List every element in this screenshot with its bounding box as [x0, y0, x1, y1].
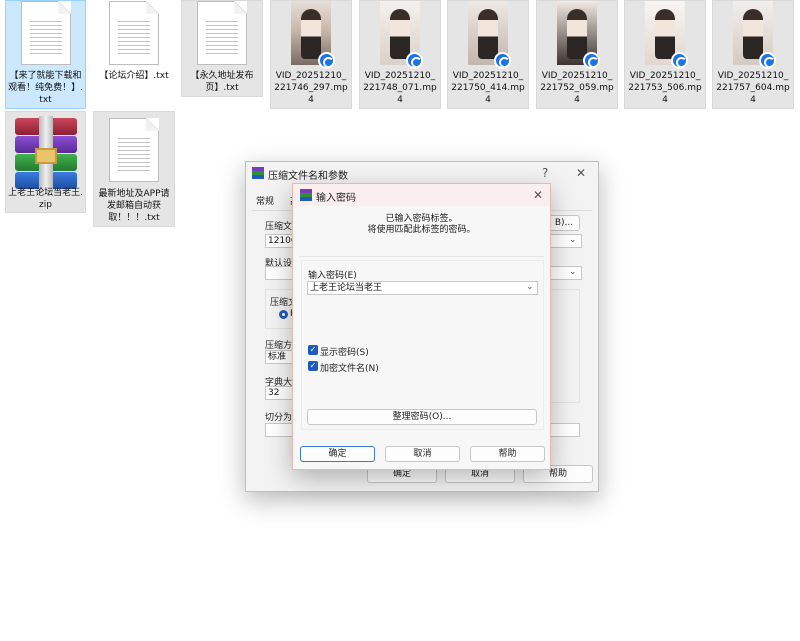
- file-item-permanent-address[interactable]: 【永久地址发布页】.txt: [181, 0, 263, 97]
- file-item-video-1[interactable]: VID_20251210_221746_297.mp4: [270, 0, 352, 109]
- organize-passwords-button[interactable]: 整理密码(O)...: [307, 409, 537, 425]
- file-item-download-note[interactable]: 【来了就能下载和观看！纯免费！】.txt: [5, 0, 86, 109]
- password-dialog-titlebar[interactable]: 输入密码 ✕: [293, 184, 550, 206]
- cloud-sync-icon: [759, 52, 776, 69]
- close-icon[interactable]: ✕: [533, 188, 543, 202]
- chevron-down-icon[interactable]: ⌄: [569, 267, 577, 277]
- tab-general[interactable]: 常规: [256, 194, 274, 207]
- cancel-button[interactable]: 取消: [385, 446, 460, 462]
- chevron-down-icon[interactable]: ⌄: [569, 235, 577, 245]
- winrar-app-icon: [252, 167, 264, 179]
- format-radio[interactable]: [279, 310, 288, 319]
- file-item-video-5[interactable]: VID_20251210_221753_506.mp4: [624, 0, 706, 109]
- file-name: VID_20251210_221753_506.mp4: [628, 71, 702, 105]
- file-name: VID_20251210_221757_604.mp4: [716, 71, 790, 105]
- show-password-checkbox[interactable]: ✓: [308, 345, 318, 355]
- info-line-2: 将使用匹配此标签的密码。: [367, 225, 476, 235]
- ok-button[interactable]: 确定: [300, 446, 375, 462]
- text-file-icon: [197, 1, 247, 65]
- file-item-video-3[interactable]: VID_20251210_221750_414.mp4: [447, 0, 529, 109]
- info-panel: 已输入密码标签。 将使用匹配此标签的密码。: [303, 214, 540, 236]
- file-item-forum-intro[interactable]: 【论坛介绍】.txt: [93, 0, 175, 90]
- help-question-icon[interactable]: ?: [542, 166, 548, 180]
- encrypt-filenames-checkbox[interactable]: ✓: [308, 361, 318, 371]
- file-name: 最新地址及APP请发邮箱自动获取！！！.txt: [98, 189, 170, 223]
- cloud-sync-icon: [494, 52, 511, 69]
- close-icon[interactable]: ✕: [576, 166, 586, 180]
- chevron-down-icon[interactable]: ⌄: [526, 282, 534, 292]
- archive-dialog-titlebar[interactable]: 压缩文件名和参数 ? ✕: [246, 162, 598, 184]
- file-name: VID_20251210_221746_297.mp4: [274, 71, 348, 105]
- file-item-latest-address[interactable]: 最新地址及APP请发邮箱自动获取！！！.txt: [93, 111, 175, 227]
- browse-button[interactable]: B)...: [548, 215, 580, 231]
- file-name: 【论坛介绍】.txt: [99, 71, 169, 81]
- show-password-label: 显示密码(S): [320, 348, 369, 358]
- encrypt-filenames-label: 加密文件名(N): [320, 364, 379, 374]
- cloud-sync-icon: [671, 52, 688, 69]
- file-item-video-6[interactable]: VID_20251210_221757_604.mp4: [712, 0, 794, 109]
- winrar-archive-icon: [11, 116, 81, 192]
- cloud-sync-icon: [583, 52, 600, 69]
- text-file-icon: [109, 118, 159, 182]
- cloud-sync-icon: [318, 52, 335, 69]
- archive-name-label: 压缩文: [265, 222, 293, 232]
- archive-dialog-title: 压缩文件名和参数: [268, 171, 348, 182]
- winrar-app-icon: [300, 189, 312, 201]
- cloud-sync-icon: [406, 52, 423, 69]
- password-dialog: 输入密码 ✕ 已输入密码标签。 将使用匹配此标签的密码。 输入密码(E) 上老王…: [292, 183, 551, 470]
- password-dialog-title: 输入密码: [316, 193, 356, 204]
- file-item-video-4[interactable]: VID_20251210_221752_059.mp4: [536, 0, 618, 109]
- info-line-1: 已输入密码标签。: [385, 214, 458, 224]
- file-item-archive-zip[interactable]: 上老王论坛当老王.zip: [5, 111, 86, 213]
- file-name: 上老王论坛当老王.zip: [8, 188, 83, 210]
- file-name: VID_20251210_221750_414.mp4: [451, 71, 525, 105]
- split-volume-label: 切分为: [265, 413, 293, 423]
- file-name: 【永久地址发布页】.txt: [190, 71, 254, 93]
- help-button[interactable]: 帮助: [470, 446, 545, 462]
- password-input[interactable]: 上老王论坛当老王: [307, 281, 538, 295]
- file-name: VID_20251210_221748_071.mp4: [363, 71, 437, 105]
- password-label: 输入密码(E): [308, 271, 357, 281]
- text-file-icon: [20, 1, 71, 65]
- desktop: 【来了就能下载和观看！纯免费！】.txt 【论坛介绍】.txt 【永久地址发布页…: [0, 0, 800, 641]
- file-name: 【来了就能下载和观看！纯免费！】.txt: [8, 71, 83, 105]
- file-item-video-2[interactable]: VID_20251210_221748_071.mp4: [359, 0, 441, 109]
- text-file-icon: [109, 1, 159, 65]
- file-name: VID_20251210_221752_059.mp4: [540, 71, 614, 105]
